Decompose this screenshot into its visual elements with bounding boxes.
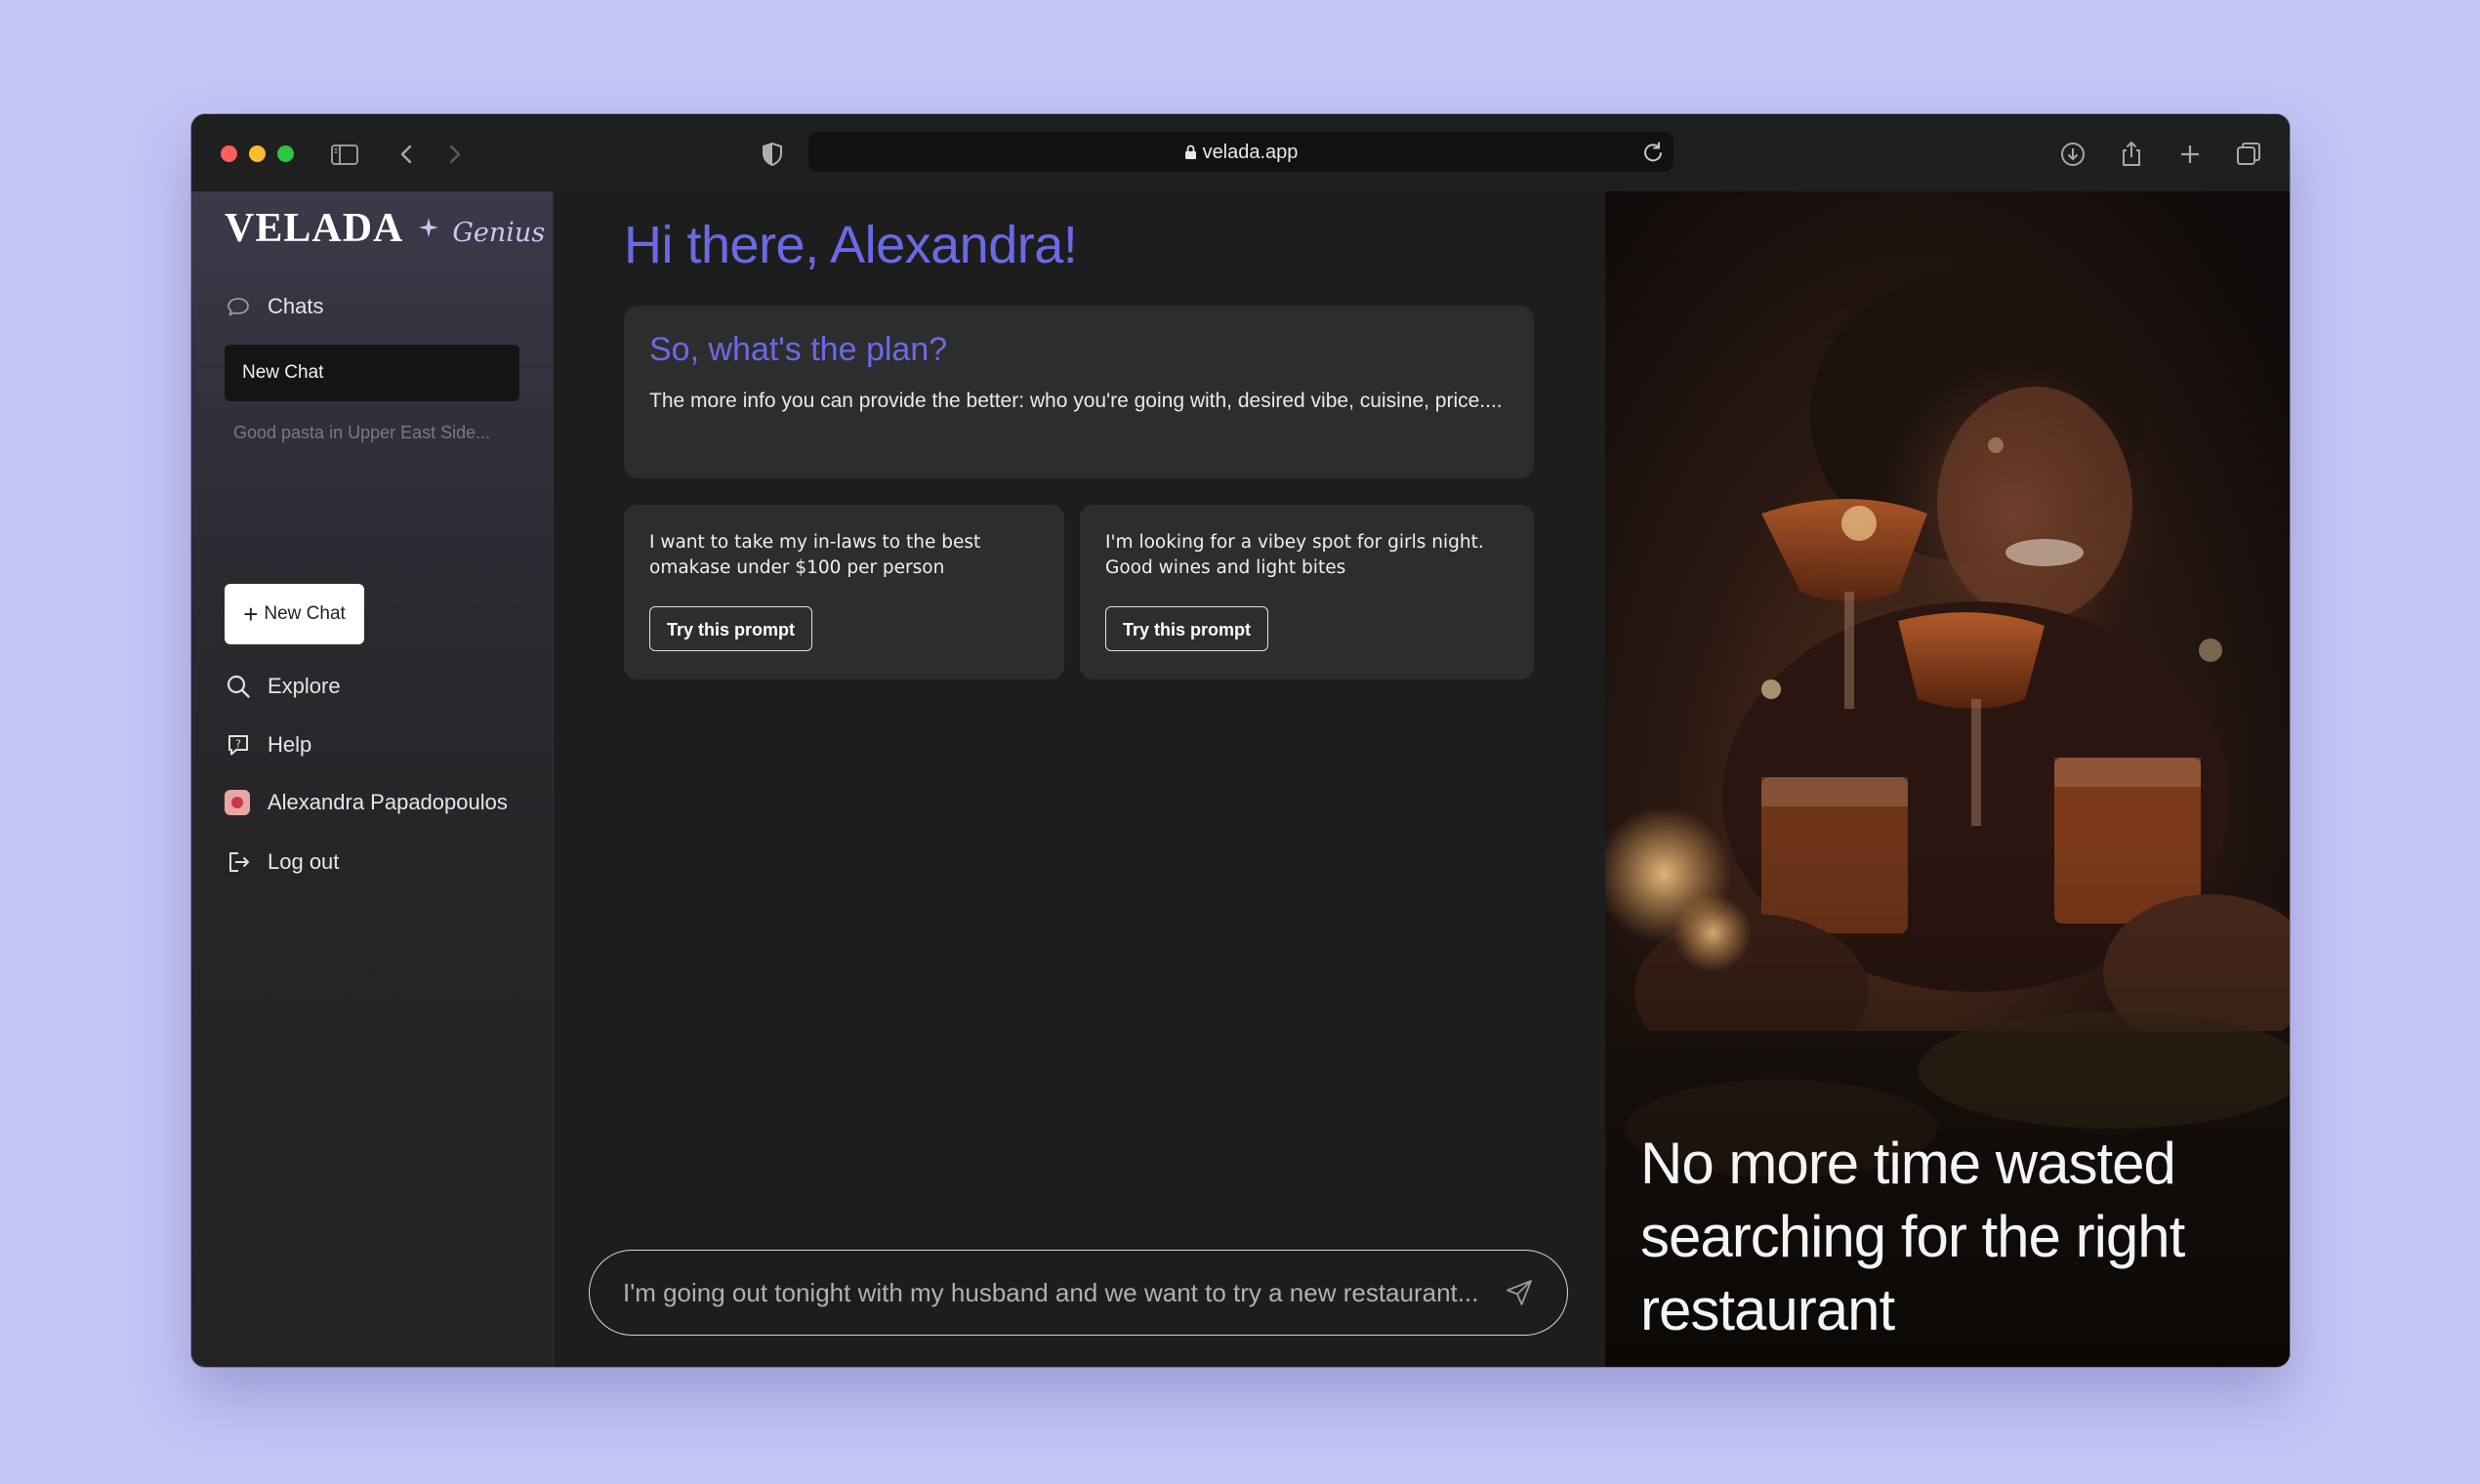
avatar [225,790,250,815]
share-icon[interactable] [2115,138,2148,171]
logo-wordmark: VELADA [225,206,404,251]
chat-input-container [589,1250,1568,1336]
forward-icon[interactable] [437,138,471,171]
zoom-window-button[interactable] [277,145,294,162]
prompt-card: I want to take my in-laws to the best om… [624,505,1064,680]
sidebar: VELADA Genius Chats New Chat Good pasta i… [191,191,554,1367]
download-icon[interactable] [2056,138,2089,171]
explore-label: Explore [268,674,341,698]
user-name: Alexandra Papadopoulos [268,790,508,814]
help-icon: ? [225,731,252,759]
svg-text:?: ? [235,738,241,751]
greeting-heading: Hi there, Alexandra! [624,216,1078,274]
prompt-text: I'm looking for a vibey spot for girls n… [1105,532,1484,578]
sidebar-toggle-icon[interactable] [328,138,361,171]
url-text: velada.app [1202,142,1299,163]
chats-section-header[interactable]: Chats [225,293,323,320]
search-icon [225,673,252,700]
nav-item-explore[interactable]: Explore [225,673,341,700]
chat-input[interactable] [621,1251,1484,1335]
logout-icon [225,848,252,876]
address-bar[interactable]: velada.app [808,132,1674,172]
plan-description: The more info you can provide the better… [649,390,1503,412]
plan-title: So, what's the plan? [649,331,948,368]
chat-bubble-icon [225,293,252,320]
nav-item-logout[interactable]: Log out [225,848,339,876]
chats-label: Chats [268,294,324,318]
hero-caption: No more time wasted searching for the ri… [1640,1131,2185,1342]
velada-logo[interactable]: VELADA Genius [225,205,545,254]
sparkle-icon [419,218,439,237]
close-window-button[interactable] [221,145,237,162]
main-panel: Hi there, Alexandra! So, what's the plan… [554,191,1604,1367]
new-tab-icon[interactable] [2173,138,2207,171]
plan-card: So, what's the plan? The more info you c… [624,306,1534,478]
new-chat-label: New Chat [264,603,346,624]
send-icon[interactable] [1505,1278,1534,1307]
chat-item-active[interactable]: New Chat [225,345,519,401]
prompt-card: I'm looking for a vibey spot for girls n… [1080,505,1534,680]
try-prompt-button[interactable]: Try this prompt [1105,606,1269,651]
nav-item-profile[interactable]: Alexandra Papadopoulos [225,790,508,815]
chat-item-recent[interactable]: Good pasta in Upper East Side... [233,423,490,443]
plus-icon: + [243,599,259,629]
tabs-overview-icon[interactable] [2232,138,2265,171]
prompt-text: I want to take my in-laws to the best om… [649,532,981,578]
shield-icon[interactable] [756,138,789,171]
try-prompt-button[interactable]: Try this prompt [649,606,813,651]
lock-icon [1184,144,1196,159]
hero-panel: No more time wasted searching for the ri… [1605,191,2290,1367]
back-icon[interactable] [391,138,424,171]
logout-label: Log out [268,849,340,874]
help-label: Help [268,732,312,757]
browser-toolbar: velada.app [191,114,2290,192]
minimize-window-button[interactable] [249,145,266,162]
new-chat-button[interactable]: + New Chat [225,584,364,644]
nav-item-help[interactable]: ? Help [225,731,311,759]
logo-genius: Genius [452,218,546,248]
reload-icon[interactable] [1640,140,1666,165]
browser-window: velada.app VELADA Genius Chats New Chat [191,114,2290,1367]
